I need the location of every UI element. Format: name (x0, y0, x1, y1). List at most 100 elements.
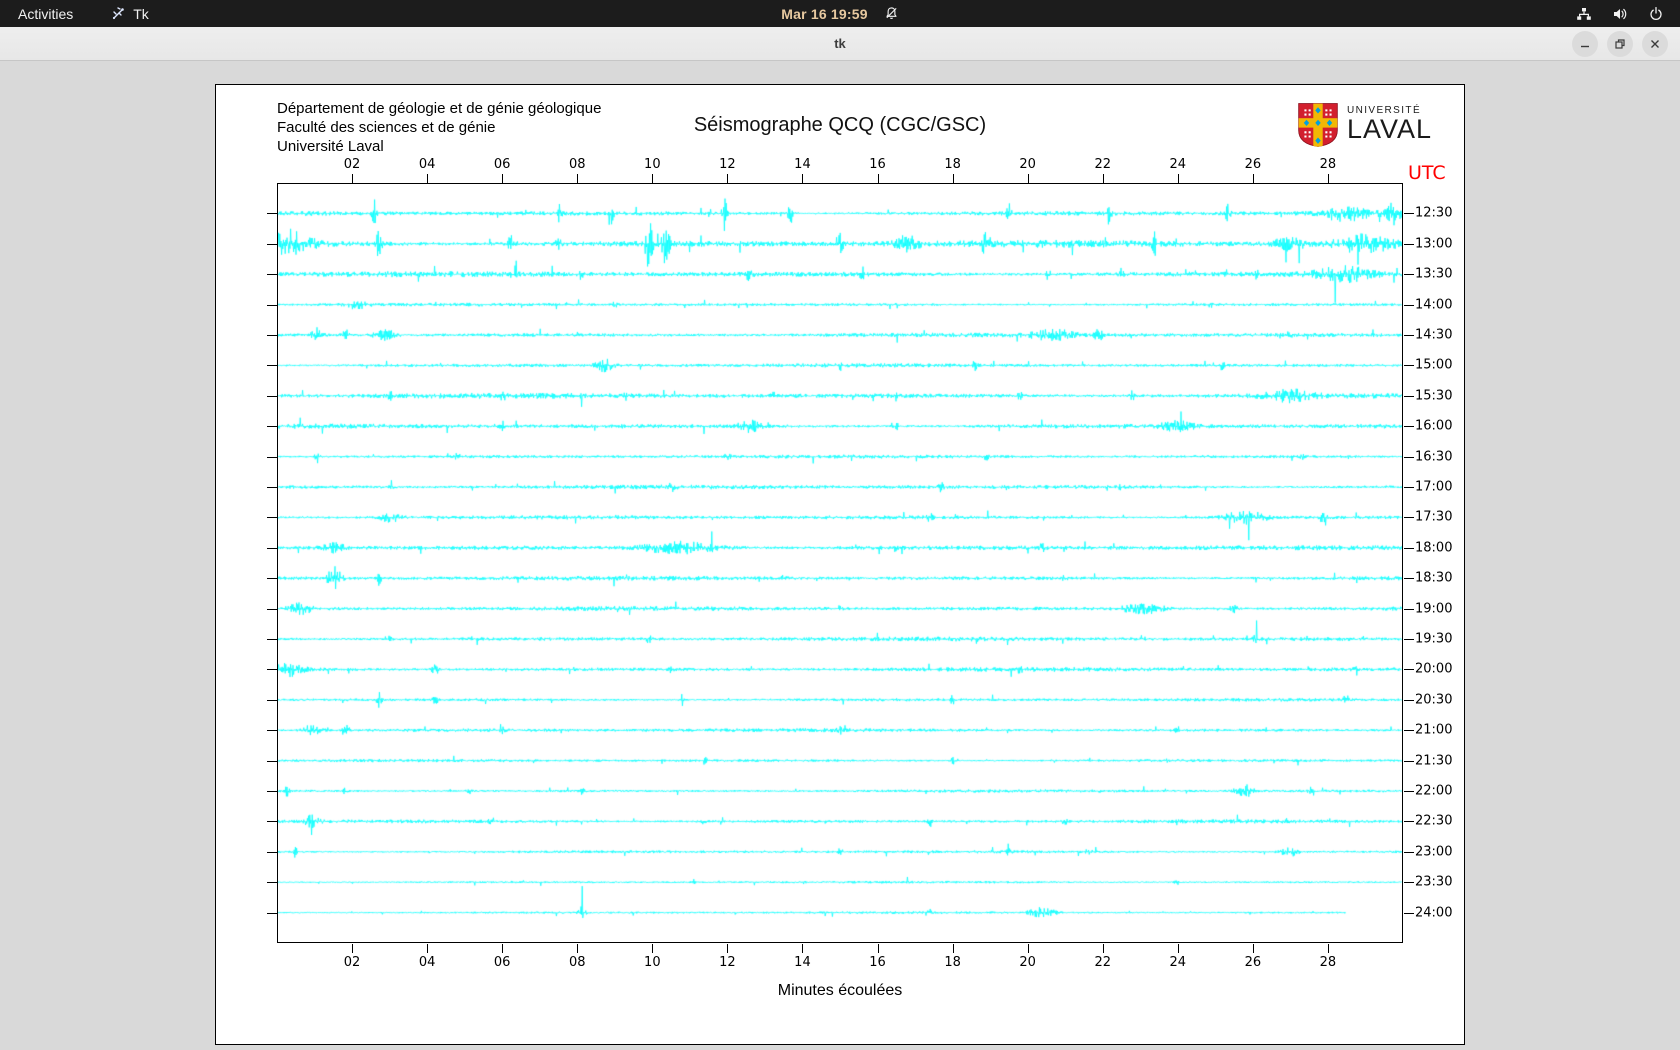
x-tick-label-bottom: 12 (719, 955, 736, 970)
row-tick-left (267, 791, 277, 792)
network-icon (1576, 6, 1592, 22)
row-tick-right (1404, 791, 1414, 792)
row-time-label: 19:00 (1415, 601, 1452, 616)
row-tick-right (1404, 852, 1414, 853)
row-time-label: 21:30 (1415, 753, 1452, 768)
x-tick-label-bottom: 14 (794, 955, 811, 970)
maximize-button[interactable] (1607, 31, 1633, 57)
x-tick-label-bottom: 24 (1170, 955, 1187, 970)
x-tick-bottom (502, 944, 503, 953)
clock[interactable]: Mar 16 19:59 (781, 6, 867, 22)
x-tick-top (1103, 174, 1104, 183)
row-tick-right (1404, 244, 1414, 245)
volume-icon (1612, 6, 1628, 22)
row-tick-left (267, 426, 277, 427)
ulaval-shield-icon (1297, 102, 1339, 153)
row-tick-left (267, 274, 277, 275)
system-status-area[interactable] (1576, 6, 1680, 22)
x-tick-bottom (1328, 944, 1329, 953)
row-tick-right (1404, 639, 1414, 640)
row-tick-left (267, 335, 277, 336)
row-tick-left (267, 730, 277, 731)
row-tick-right (1404, 213, 1414, 214)
window-title: tk (834, 36, 846, 51)
row-tick-left (267, 517, 277, 518)
row-tick-left (267, 882, 277, 883)
focused-app-menu[interactable]: Tk (111, 6, 149, 22)
x-tick-top (427, 174, 428, 183)
row-time-label: 23:30 (1415, 875, 1452, 890)
x-tick-bottom (1253, 944, 1254, 953)
row-tick-left (267, 487, 277, 488)
seismograph-canvas (278, 184, 1402, 942)
row-tick-left (267, 821, 277, 822)
row-tick-left (267, 913, 277, 914)
x-tick-top (502, 174, 503, 183)
x-tick-label-top: 12 (719, 157, 736, 172)
row-time-label: 20:30 (1415, 692, 1452, 707)
x-tick-top (727, 174, 728, 183)
activities-button[interactable]: Activities (18, 6, 73, 22)
row-tick-right (1404, 548, 1414, 549)
row-tick-right (1404, 882, 1414, 883)
row-tick-right (1404, 669, 1414, 670)
x-tick-top (352, 174, 353, 183)
row-tick-left (267, 700, 277, 701)
row-tick-right (1404, 457, 1414, 458)
row-tick-left (267, 396, 277, 397)
row-tick-left (267, 213, 277, 214)
x-tick-label-top: 16 (869, 157, 886, 172)
row-tick-left (267, 548, 277, 549)
x-tick-top (953, 174, 954, 183)
row-time-label: 17:30 (1415, 510, 1452, 525)
logo-laval-text: LAVAL (1347, 116, 1432, 142)
x-tick-label-bottom: 22 (1094, 955, 1111, 970)
row-tick-left (267, 761, 277, 762)
row-tick-right (1404, 305, 1414, 306)
x-tick-label-top: 18 (944, 157, 961, 172)
gnome-top-bar: Activities Tk Mar 16 19:59 (0, 0, 1680, 27)
row-tick-left (267, 852, 277, 853)
row-time-label: 18:30 (1415, 571, 1452, 586)
row-time-label: 17:00 (1415, 480, 1452, 495)
window-titlebar[interactable]: tk (0, 27, 1680, 61)
row-time-label: 18:00 (1415, 540, 1452, 555)
x-tick-label-bottom: 02 (344, 955, 361, 970)
x-tick-label-bottom: 28 (1320, 955, 1337, 970)
focused-app-label: Tk (133, 6, 149, 22)
row-time-label: 19:30 (1415, 632, 1452, 647)
x-tick-bottom (727, 944, 728, 953)
x-tick-label-bottom: 26 (1245, 955, 1262, 970)
row-time-label: 24:00 (1415, 905, 1452, 920)
row-tick-left (267, 669, 277, 670)
address-line-3: Université Laval (277, 137, 601, 156)
x-axis-label: Minutes écoulées (540, 982, 1140, 1000)
tk-icon (111, 6, 126, 21)
row-tick-right (1404, 396, 1414, 397)
row-tick-right (1404, 609, 1414, 610)
row-time-label: 15:30 (1415, 388, 1452, 403)
x-tick-bottom (352, 944, 353, 953)
x-tick-label-top: 04 (419, 157, 436, 172)
x-tick-bottom (577, 944, 578, 953)
power-icon (1648, 6, 1664, 22)
row-time-label: 16:30 (1415, 449, 1452, 464)
x-tick-label-bottom: 06 (494, 955, 511, 970)
row-time-label: 13:30 (1415, 267, 1452, 282)
x-tick-top (1328, 174, 1329, 183)
x-tick-top (802, 174, 803, 183)
x-tick-label-top: 06 (494, 157, 511, 172)
row-tick-left (267, 244, 277, 245)
row-tick-right (1404, 487, 1414, 488)
x-tick-label-bottom: 18 (944, 955, 961, 970)
row-time-label: 20:00 (1415, 662, 1452, 677)
row-time-label: 16:00 (1415, 419, 1452, 434)
minimize-button[interactable] (1572, 31, 1598, 57)
x-tick-label-bottom: 08 (569, 955, 586, 970)
x-tick-bottom (652, 944, 653, 953)
row-time-label: 21:00 (1415, 723, 1452, 738)
row-tick-right (1404, 700, 1414, 701)
notifications-off-icon (884, 6, 899, 21)
close-button[interactable] (1642, 31, 1668, 57)
x-tick-label-bottom: 04 (419, 955, 436, 970)
